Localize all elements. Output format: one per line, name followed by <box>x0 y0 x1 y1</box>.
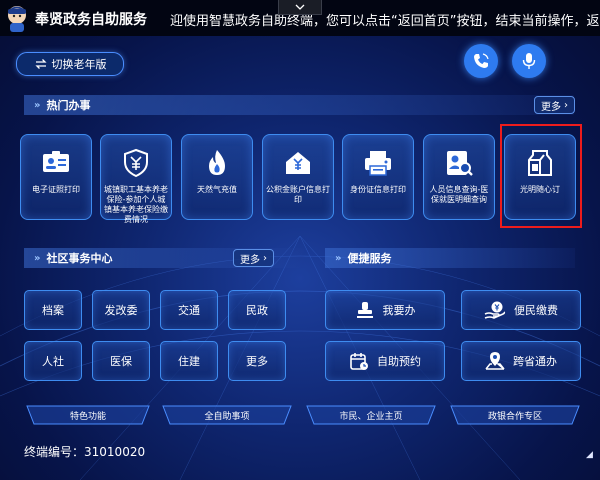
cursor-icon: ◢ <box>586 450 593 460</box>
hot-tile-housing-fund-print[interactable]: 公积金账户信息打印 <box>262 134 334 220</box>
community-item-housing[interactable]: 住建 <box>160 341 218 381</box>
quick-item-handle-business[interactable]: 我要办 <box>325 290 445 330</box>
hot-tile-label: 公积金账户信息打印 <box>266 185 330 204</box>
hot-tile-pension-insurance[interactable]: 城镇职工基本养老保险-参加个人城镇基本养老保险缴费情况 <box>100 134 172 224</box>
flame-icon <box>201 147 233 179</box>
community-item-medical-insurance[interactable]: 医保 <box>92 341 150 381</box>
double-chevron-icon: » <box>34 252 41 264</box>
community-item-ndrc[interactable]: 发改委 <box>92 290 150 330</box>
elder-mode-button[interactable]: 切换老年版 <box>16 52 124 76</box>
hot-tile-label: 身份证信息打印 <box>350 185 406 194</box>
terminal-id: 终端编号：31010020 <box>24 443 145 460</box>
quick-item-label: 我要办 <box>382 304 416 317</box>
hot-tile-e-license-print[interactable]: 电子证照打印 <box>20 134 92 220</box>
chevron-right-icon: › <box>263 252 267 264</box>
app-title: 奉贤政务自助服务 <box>35 12 147 28</box>
phone-call-button[interactable] <box>464 44 498 78</box>
double-chevron-icon: » <box>335 252 342 264</box>
shield-yen-icon <box>120 147 152 179</box>
hot-tile-label: 天然气充值 <box>197 185 237 194</box>
hot-tile-label: 电子证照打印 <box>32 185 80 194</box>
location-map-icon <box>485 352 505 370</box>
chevron-down-icon <box>295 4 305 10</box>
hand-yen-icon <box>484 301 506 319</box>
community-item-label: 发改委 <box>104 304 138 317</box>
quick-item-label: 自助预约 <box>377 355 421 368</box>
terminal-id-value: 31010020 <box>84 445 146 459</box>
hot-section-title: 热门办事 <box>46 99 91 112</box>
mascot-logo-icon <box>8 6 26 32</box>
selection-highlight-box <box>500 124 582 228</box>
hot-tile-label: 人员信息查询-医保就医明细查询 <box>429 185 489 204</box>
community-item-transport[interactable]: 交通 <box>160 290 218 330</box>
id-card-icon <box>40 147 72 179</box>
calendar-icon <box>350 353 368 370</box>
community-item-archives[interactable]: 档案 <box>24 290 82 330</box>
person-search-icon <box>443 147 475 179</box>
quick-item-utility-payment[interactable]: 便民缴费 <box>461 290 581 330</box>
hot-more-label: 更多 <box>541 101 561 113</box>
marquee-notice: 迎使用智慧政务自助终端，您可以点击“返回首页”按钮，结束当前操作，返 <box>170 14 600 29</box>
community-item-label: 更多 <box>246 355 268 368</box>
hot-tile-gas-recharge[interactable]: 天然气充值 <box>181 134 253 220</box>
id-printer-icon <box>362 147 394 179</box>
tab-featured[interactable]: 特色功能 <box>26 405 150 425</box>
hot-tile-medical-detail-query[interactable]: 人员信息查询-医保就医明细查询 <box>423 134 495 220</box>
hot-more-button[interactable]: 更多 › <box>534 96 575 114</box>
quick-item-label: 便民缴费 <box>514 304 558 317</box>
double-chevron-icon: » <box>34 99 41 111</box>
quick-section-header: » 便捷服务 <box>325 248 575 268</box>
hot-section-header: » 热门办事 <box>24 95 574 115</box>
house-fund-icon <box>282 147 314 179</box>
quick-item-label: 跨省通办 <box>513 355 557 368</box>
phone-icon <box>474 53 489 68</box>
quick-item-self-appointment[interactable]: 自助预约 <box>325 341 445 381</box>
community-item-label: 交通 <box>178 304 200 317</box>
tab-citizen-enterprise-home[interactable]: 市民、企业主页 <box>306 405 436 425</box>
community-item-label: 人社 <box>42 355 64 368</box>
terminal-id-label: 终端编号： <box>24 445 85 459</box>
community-item-civil-affairs[interactable]: 民政 <box>228 290 286 330</box>
swap-icon <box>34 59 47 69</box>
tab-label: 特色功能 <box>69 411 106 422</box>
tab-label: 市民、企业主页 <box>339 411 403 422</box>
collapse-toggle[interactable] <box>278 0 322 15</box>
voice-input-button[interactable] <box>512 44 546 78</box>
stamp-icon <box>356 302 373 318</box>
chevron-right-icon: › <box>564 99 568 111</box>
tab-gov-bank-zone[interactable]: 政银合作专区 <box>450 405 580 425</box>
community-item-more[interactable]: 更多 <box>228 341 286 381</box>
community-item-label: 住建 <box>178 355 200 368</box>
community-item-label: 民政 <box>246 304 268 317</box>
community-item-label: 档案 <box>42 304 64 317</box>
community-more-button[interactable]: 更多 › <box>233 249 274 267</box>
tab-label: 政银合作专区 <box>487 411 542 422</box>
community-item-label: 医保 <box>110 355 132 368</box>
microphone-icon <box>522 53 536 69</box>
tab-label: 全自助事项 <box>204 411 250 422</box>
quick-item-cross-province[interactable]: 跨省通办 <box>461 341 581 381</box>
tab-full-self-service[interactable]: 全自助事项 <box>162 405 292 425</box>
elder-mode-label: 切换老年版 <box>51 58 107 71</box>
quick-section-title: 便捷服务 <box>347 252 392 265</box>
community-section-title: 社区事务中心 <box>46 252 113 265</box>
hot-tile-label: 城镇职工基本养老保险-参加个人城镇基本养老保险缴费情况 <box>104 185 168 224</box>
top-bar: 奉贤政务自助服务 迎使用智慧政务自助终端，您可以点击“返回首页”按钮，结束当前操… <box>0 0 600 36</box>
hot-tile-id-info-print[interactable]: 身份证信息打印 <box>342 134 414 220</box>
community-item-hr-social[interactable]: 人社 <box>24 341 82 381</box>
community-more-label: 更多 <box>240 254 260 266</box>
